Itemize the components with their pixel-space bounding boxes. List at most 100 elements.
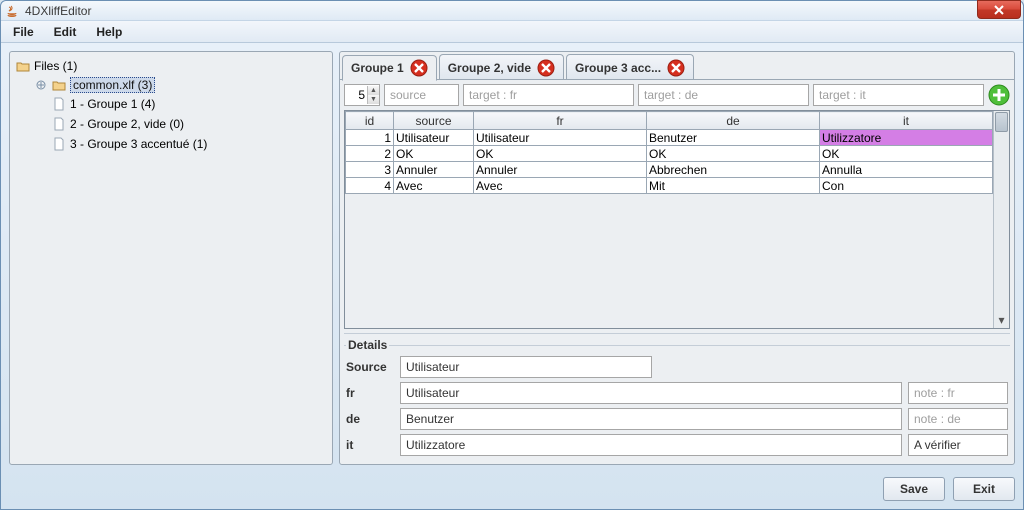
folder-icon	[52, 78, 66, 92]
tab-groupe-3[interactable]: Groupe 3 acc...	[566, 54, 694, 80]
tree-item-3[interactable]: 3 - Groupe 3 accentué (1)	[52, 135, 328, 153]
window-close-button[interactable]	[977, 0, 1021, 19]
menu-edit[interactable]: Edit	[46, 23, 85, 41]
button-row: Save Exit	[1, 473, 1023, 509]
exit-button[interactable]: Exit	[953, 477, 1015, 501]
save-button[interactable]: Save	[883, 477, 945, 501]
col-de[interactable]: de	[647, 112, 820, 130]
close-icon[interactable]	[537, 59, 555, 77]
window-title: 4DXliffEditor	[25, 4, 91, 18]
cell-it[interactable]: OK	[820, 146, 993, 162]
table-scrollbar[interactable]: ▾	[993, 111, 1009, 328]
tree-root-label: Files (1)	[34, 59, 77, 73]
tab-label: Groupe 2, vide	[448, 61, 531, 75]
col-id[interactable]: id	[346, 112, 394, 130]
add-button[interactable]	[988, 84, 1010, 106]
table-row[interactable]: 4 Avec Avec Mit Con	[346, 178, 993, 194]
filter-de-input[interactable]	[638, 84, 809, 106]
tab-content: ▲ ▼	[340, 79, 1014, 464]
tree-file[interactable]: common.xlf (3)	[34, 76, 328, 94]
cell-fr[interactable]: Annuler	[474, 162, 647, 178]
table-row[interactable]: 1 Utilisateur Utilisateur Benutzer Utili…	[346, 130, 993, 146]
tab-label: Groupe 3 acc...	[575, 61, 661, 75]
scrollbar-thumb[interactable]	[995, 112, 1008, 132]
scroll-down-icon[interactable]: ▾	[994, 312, 1009, 328]
detail-source-input[interactable]	[400, 356, 652, 378]
tab-bar: Groupe 1 Groupe 2, vide Groupe 3 acc...	[340, 52, 1014, 80]
detail-it-note[interactable]	[908, 434, 1008, 456]
filter-row: ▲ ▼	[344, 84, 1010, 106]
toggle-icon[interactable]	[34, 78, 48, 92]
file-icon	[52, 137, 66, 151]
filter-fr-input[interactable]	[463, 84, 634, 106]
cell-fr[interactable]: Avec	[474, 178, 647, 194]
cell-source[interactable]: Annuler	[394, 162, 474, 178]
details-panel: Details Source fr de	[344, 333, 1010, 460]
filter-source-input[interactable]	[384, 84, 459, 106]
tree-item-label: 3 - Groupe 3 accentué (1)	[70, 137, 207, 151]
table-row[interactable]: 2 OK OK OK OK	[346, 146, 993, 162]
cell-fr[interactable]: Utilisateur	[474, 130, 647, 146]
file-tree-panel: Files (1)	[9, 51, 333, 465]
file-tree: Files (1)	[14, 56, 328, 156]
translation-table: id source fr de it 1 Utilisateur	[345, 111, 993, 194]
tree-item-label: 1 - Groupe 1 (4)	[70, 97, 155, 111]
java-icon	[5, 4, 19, 18]
tree-file-label: common.xlf (3)	[70, 77, 155, 93]
cell-id[interactable]: 4	[346, 178, 394, 194]
tree-item-2[interactable]: 2 - Groupe 2, vide (0)	[52, 115, 328, 133]
editor-panel: Groupe 1 Groupe 2, vide Groupe 3 acc...	[339, 51, 1015, 465]
cell-source[interactable]: Avec	[394, 178, 474, 194]
menubar: File Edit Help	[1, 21, 1023, 43]
col-source[interactable]: source	[394, 112, 474, 130]
cell-de[interactable]: OK	[647, 146, 820, 162]
col-fr[interactable]: fr	[474, 112, 647, 130]
tree-root[interactable]: Files (1)	[16, 57, 328, 75]
table-header-row: id source fr de it	[346, 112, 993, 130]
detail-fr-input[interactable]	[400, 382, 902, 404]
row-count-spinner[interactable]: ▲ ▼	[344, 84, 380, 106]
cell-source[interactable]: Utilisateur	[394, 130, 474, 146]
cell-de[interactable]: Abbrechen	[647, 162, 820, 178]
detail-de-input[interactable]	[400, 408, 902, 430]
table-row[interactable]: 3 Annuler Annuler Abbrechen Annulla	[346, 162, 993, 178]
cell-it[interactable]: Utilizzatore	[820, 130, 993, 146]
tab-groupe-1[interactable]: Groupe 1	[342, 55, 437, 81]
cell-it[interactable]: Annulla	[820, 162, 993, 178]
tab-groupe-2[interactable]: Groupe 2, vide	[439, 54, 564, 80]
detail-fr-note[interactable]	[908, 382, 1008, 404]
file-icon	[52, 117, 66, 131]
filter-it-input[interactable]	[813, 84, 984, 106]
details-legend: Details	[346, 338, 389, 352]
cell-de[interactable]: Benutzer	[647, 130, 820, 146]
cell-id[interactable]: 3	[346, 162, 394, 178]
menu-file[interactable]: File	[5, 23, 42, 41]
app-window: 4DXliffEditor File Edit Help Files (1)	[0, 0, 1024, 510]
cell-it[interactable]: Con	[820, 178, 993, 194]
cell-fr[interactable]: OK	[474, 146, 647, 162]
detail-fr-label: fr	[346, 386, 394, 400]
detail-de-note[interactable]	[908, 408, 1008, 430]
tab-label: Groupe 1	[351, 61, 404, 75]
folder-icon	[16, 59, 30, 73]
close-icon[interactable]	[667, 59, 685, 77]
col-it[interactable]: it	[820, 112, 993, 130]
detail-it-input[interactable]	[400, 434, 902, 456]
cell-id[interactable]: 2	[346, 146, 394, 162]
spinner-up-icon[interactable]: ▲	[367, 86, 379, 95]
close-icon[interactable]	[410, 59, 428, 77]
body: Files (1)	[1, 43, 1023, 473]
detail-de-label: de	[346, 412, 394, 426]
tree-item-1[interactable]: 1 - Groupe 1 (4)	[52, 95, 328, 113]
cell-id[interactable]: 1	[346, 130, 394, 146]
row-count-value[interactable]	[345, 86, 367, 104]
file-icon	[52, 97, 66, 111]
tree-item-label: 2 - Groupe 2, vide (0)	[70, 117, 184, 131]
cell-de[interactable]: Mit	[647, 178, 820, 194]
cell-source[interactable]: OK	[394, 146, 474, 162]
menu-help[interactable]: Help	[88, 23, 130, 41]
spinner-down-icon[interactable]: ▼	[367, 95, 379, 104]
detail-source-label: Source	[346, 360, 394, 374]
detail-it-label: it	[346, 438, 394, 452]
titlebar: 4DXliffEditor	[1, 1, 1023, 21]
